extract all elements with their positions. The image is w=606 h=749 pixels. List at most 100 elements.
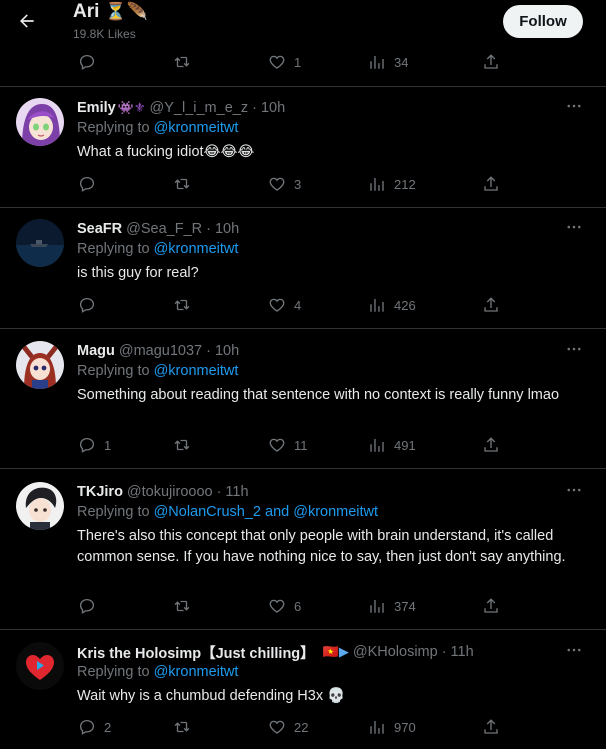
like-button[interactable]: 4 — [268, 290, 301, 320]
tweet-actions: 6 374 — [72, 591, 512, 621]
tweet-actions: 2 22 970 — [72, 712, 512, 742]
author-name[interactable]: Kris the Holosimp【Just chilling】 — [77, 642, 315, 663]
author-handle[interactable]: @tokujiroooo — [127, 484, 213, 500]
separator-dot: · — [206, 221, 211, 237]
avatar[interactable] — [16, 642, 64, 690]
views-button[interactable]: 374 — [368, 591, 416, 621]
retweet-button[interactable] — [173, 47, 199, 77]
retweet-button[interactable] — [173, 169, 199, 199]
views-icon — [370, 600, 384, 613]
reply-tweet[interactable]: Magu @magu1037 · 10h Replying to @kronme… — [0, 341, 606, 467]
author-name[interactable]: TKJiro — [77, 484, 123, 500]
tweet-text: There's also this concept that only peop… — [77, 528, 566, 565]
more-options-button[interactable] — [564, 480, 584, 500]
retweet-icon — [174, 721, 190, 733]
tweet-actions: 1 11 491 — [72, 430, 512, 460]
mention-link[interactable]: @kronmeitwt — [154, 363, 239, 379]
avatar[interactable] — [16, 482, 64, 530]
mention-link[interactable]: @kronmeitwt — [154, 120, 239, 136]
share-button[interactable] — [482, 430, 500, 460]
retweet-button[interactable] — [173, 591, 199, 621]
views-button[interactable]: 212 — [368, 169, 416, 199]
reply-icon — [79, 54, 95, 70]
retweet-button[interactable] — [173, 290, 199, 320]
avatar[interactable] — [16, 341, 64, 389]
reply-tweet[interactable]: Emily 👾⚜ @Y_l_i_m_e_z · 10h Replying to … — [0, 98, 606, 208]
replying-to-label: Replying to — [77, 120, 154, 136]
tweet-header: Emily 👾⚜ @Y_l_i_m_e_z · 10h — [77, 98, 285, 118]
heart-icon — [269, 720, 285, 734]
views-button[interactable]: 491 — [368, 430, 416, 460]
author-handle[interactable]: @Y_l_i_m_e_z — [150, 100, 249, 116]
author-handle[interactable]: @KHolosimp — [353, 644, 438, 660]
divider — [0, 86, 606, 87]
reply-button[interactable] — [78, 290, 104, 320]
avatar[interactable] — [16, 219, 64, 267]
share-button[interactable] — [482, 47, 500, 77]
share-button[interactable] — [482, 169, 500, 199]
author-name[interactable]: Emily — [77, 100, 116, 116]
share-button[interactable] — [482, 591, 500, 621]
divider — [0, 207, 606, 208]
reply-button[interactable]: 1 — [78, 430, 111, 460]
retweet-icon — [174, 56, 190, 68]
replying-to-label: Replying to — [77, 363, 154, 379]
views-button[interactable]: 34 — [368, 47, 408, 77]
like-count: 3 — [294, 176, 302, 192]
reply-icon — [79, 297, 95, 313]
mention-link[interactable]: @kronmeitwt — [154, 664, 239, 680]
views-button[interactable]: 426 — [368, 290, 416, 320]
share-icon — [484, 297, 498, 312]
retweet-button[interactable] — [173, 712, 199, 742]
more-options-button[interactable] — [564, 217, 584, 237]
like-button[interactable]: 22 — [268, 712, 308, 742]
views-count: 212 — [394, 176, 416, 192]
more-options-button[interactable] — [564, 640, 584, 660]
retweet-button[interactable] — [173, 430, 199, 460]
reply-tweet[interactable]: TKJiro @tokujiroooo · 11h Replying to @N… — [0, 482, 606, 628]
share-button[interactable] — [482, 712, 500, 742]
timestamp[interactable]: 11h — [451, 644, 474, 660]
author-name[interactable]: SeaFR — [77, 221, 122, 237]
author-handle[interactable]: @Sea_F_R — [126, 221, 202, 237]
follow-button[interactable]: Follow — [503, 5, 583, 38]
share-button[interactable] — [482, 290, 500, 320]
anime-boy-avatar-icon — [16, 482, 64, 530]
like-button[interactable]: 6 — [268, 591, 301, 621]
reply-tweet[interactable]: Kris the Holosimp【Just chilling】 🇻🇳▶ @KH… — [0, 642, 606, 749]
reply-count: 1 — [104, 437, 112, 453]
mention-link[interactable]: @NolanCrush_2 and @kronmeitwt — [154, 504, 378, 520]
timestamp[interactable]: 10h — [261, 100, 285, 116]
reply-button[interactable]: 2 — [78, 712, 111, 742]
anime-girl-avatar-icon — [16, 98, 64, 146]
timestamp[interactable]: 10h — [215, 343, 239, 359]
parent-tweet-actions: 1 34 — [72, 47, 512, 77]
share-icon — [484, 437, 498, 452]
avatar[interactable] — [16, 98, 64, 146]
timestamp[interactable]: 10h — [215, 221, 239, 237]
more-icon — [567, 488, 581, 492]
heart-icon — [269, 599, 285, 613]
reply-button[interactable] — [78, 47, 104, 77]
replying-to-label: Replying to — [77, 664, 154, 680]
like-button[interactable]: 3 — [268, 169, 301, 199]
like-button[interactable]: 1 — [268, 47, 301, 77]
more-options-button[interactable] — [564, 339, 584, 359]
separator-dot: · — [206, 343, 211, 359]
share-icon — [484, 719, 498, 734]
timestamp[interactable]: 11h — [225, 484, 248, 500]
back-button[interactable] — [14, 8, 40, 34]
mention-link[interactable]: @kronmeitwt — [154, 241, 239, 257]
replying-to: Replying to @NolanCrush_2 and @kronmeitw… — [77, 504, 378, 520]
likes-count: 19.8K Likes — [73, 27, 136, 41]
views-button[interactable]: 970 — [368, 712, 416, 742]
more-options-button[interactable] — [564, 96, 584, 116]
author-handle[interactable]: @magu1037 — [119, 343, 202, 359]
reply-tweet[interactable]: SeaFR @Sea_F_R · 10h Replying to @kronme… — [0, 219, 606, 329]
author-name[interactable]: Magu — [77, 343, 115, 359]
retweet-icon — [174, 178, 190, 190]
like-button[interactable]: 11 — [268, 430, 308, 460]
reply-button[interactable] — [78, 591, 104, 621]
replying-to: Replying to @kronmeitwt — [77, 241, 238, 257]
reply-button[interactable] — [78, 169, 104, 199]
